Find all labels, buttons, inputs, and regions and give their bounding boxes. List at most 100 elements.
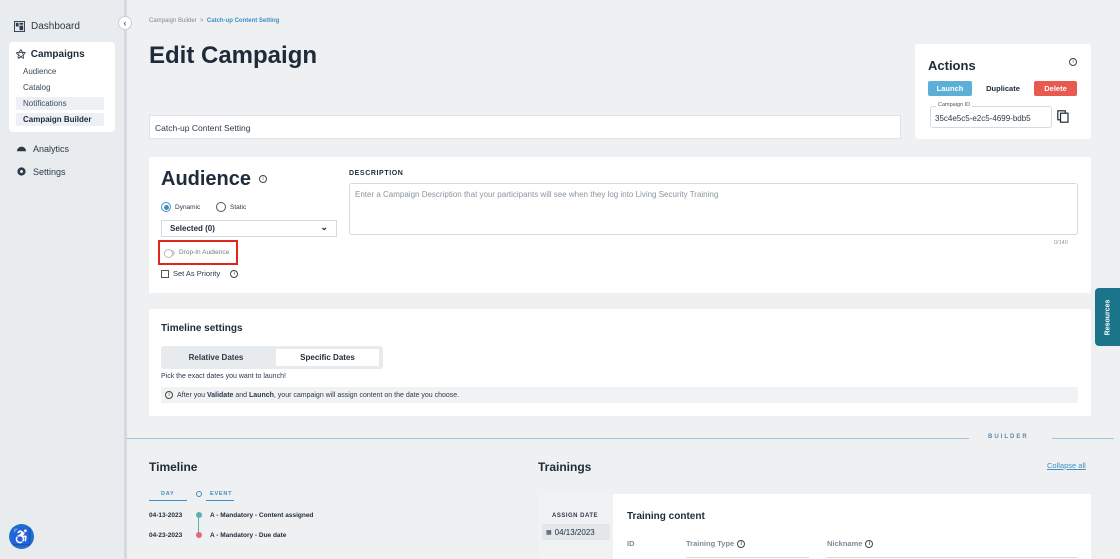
event-dot (196, 532, 202, 538)
sidebar-item-campaigns[interactable]: ⚝ Campaigns (16, 49, 85, 60)
character-count: 0/140 (1054, 240, 1068, 246)
resources-tab[interactable]: Resources (1095, 288, 1120, 346)
radio-label: Dynamic (175, 203, 201, 211)
column-id: ID (627, 539, 635, 548)
timeline-marker-icon (196, 491, 202, 497)
builder-label: BUILDER (988, 434, 1029, 440)
assign-date-value[interactable]: ▦ 04/13/2023 (542, 524, 610, 540)
static-radio[interactable]: Static (216, 202, 246, 212)
note-launch: Launch (249, 391, 274, 399)
set-priority-checkbox[interactable]: Set As Priority i (161, 269, 239, 278)
column-day: DAY (161, 491, 175, 497)
launch-button[interactable]: Launch (928, 81, 972, 96)
info-icon[interactable]: i (230, 269, 239, 278)
builder-divider (127, 438, 969, 439)
tab-relative-dates[interactable]: Relative Dates (161, 346, 271, 369)
checkbox[interactable] (161, 269, 169, 278)
column-label: ID (627, 539, 635, 548)
radio-label: Static (230, 203, 247, 211)
copy-icon[interactable] (1057, 110, 1069, 123)
campaign-id-label: Campaign ID (936, 102, 973, 108)
date-mode-toggle: Relative Dates Specific Dates (161, 346, 383, 369)
actions-title: Actions (928, 58, 976, 73)
audience-select[interactable]: Selected (0) ⌄ (161, 220, 337, 237)
info-icon: i (165, 391, 173, 399)
wand-icon: ⚝ (16, 49, 26, 60)
timeline-title: Timeline (149, 460, 198, 474)
dashboard-icon (14, 21, 25, 32)
timeline-settings-panel: Timeline settings Relative Dates Specifi… (149, 309, 1091, 416)
sidebar-item-label: Dashboard (31, 21, 80, 32)
sidebar-item-campaign-builder[interactable]: Campaign Builder (16, 113, 104, 126)
timeline-note: i After you Validate and Launch, your ca… (161, 387, 1078, 403)
calendar-icon: ▦ (546, 529, 552, 536)
audience-title: Audience (161, 168, 252, 190)
column-event: EVENT (210, 491, 233, 497)
sidebar-item-analytics[interactable]: Analytics (16, 143, 69, 154)
event-text[interactable]: A - Mandatory - Due date (210, 532, 286, 539)
campaign-id-value: 35c4e5c5-e2c5-4699-bdb5 (935, 114, 1031, 123)
campaign-name-input[interactable]: Catch-up Content Setting (149, 115, 901, 139)
radio-unselected-icon (216, 202, 226, 212)
column-label: Training Type (686, 539, 735, 548)
collapse-all-link[interactable]: Collapse all (1047, 461, 1086, 470)
chevron-down-icon: ⌄ (320, 222, 328, 232)
sidebar-item-label: Settings (33, 166, 66, 177)
delete-button[interactable]: Delete (1034, 81, 1077, 96)
breadcrumb-parent[interactable]: Campaign Builder (149, 18, 197, 24)
description-label: DESCRIPTION (349, 170, 404, 177)
breadcrumb: Campaign Builder > Catch-up Content Sett… (149, 18, 279, 24)
note-validate: Validate (206, 391, 234, 399)
event-dot (196, 512, 202, 518)
duplicate-button[interactable]: Duplicate (976, 81, 1030, 96)
accessibility-icon: ♿ (11, 528, 32, 546)
sidebar-item-label: Analytics (33, 143, 70, 154)
audience-panel: Audience i Dynamic Static Selected (0) ⌄… (149, 157, 1091, 293)
dropin-audience-toggle[interactable]: Drop-In Audience (158, 240, 238, 265)
info-icon[interactable]: i (737, 539, 746, 548)
gear-icon (17, 167, 26, 176)
header-underline (206, 500, 234, 501)
trainings-title: Trainings (538, 460, 592, 474)
sidebar-item-label: Campaigns (30, 49, 85, 60)
column-underline (827, 557, 1077, 558)
training-content-title: Training content (627, 511, 705, 522)
dynamic-radio[interactable]: Dynamic (161, 202, 200, 212)
breadcrumb-current: Catch-up Content Setting (206, 18, 280, 24)
checkbox-label: Set As Priority (173, 269, 221, 278)
sidebar-item-dashboard[interactable]: Dashboard (14, 21, 80, 32)
breadcrumb-separator: > (200, 18, 204, 24)
event-date: 04-23-2023 (149, 532, 183, 539)
builder-divider (1052, 438, 1114, 439)
description-textarea[interactable]: Enter a Campaign Description that your p… (349, 183, 1078, 235)
column-label: Nickname (827, 539, 863, 548)
accessibility-button[interactable]: ♿ (9, 524, 34, 549)
page-title: Edit Campaign (149, 42, 318, 69)
timeline-settings-title: Timeline settings (161, 323, 243, 334)
assign-date-label: ASSIGN DATE (552, 513, 599, 519)
tab-specific-dates[interactable]: Specific Dates (276, 349, 379, 366)
select-value: Selected (0) (170, 224, 215, 233)
note-text: and (233, 391, 250, 399)
campaign-id-field[interactable]: Campaign ID 35c4e5c5-e2c5-4699-bdb5 (930, 102, 1052, 128)
sidebar-item-audience[interactable]: Audience (23, 67, 56, 76)
assign-date-text: 04/13/2023 (554, 527, 595, 537)
info-icon[interactable]: i (865, 539, 874, 548)
note-text: After you (177, 391, 207, 399)
toggle-label: Drop-In Audience (179, 249, 230, 256)
sidebar-divider (124, 0, 127, 559)
toggle-switch[interactable] (164, 248, 175, 258)
resources-label: Resources (1104, 299, 1112, 335)
assign-date-column: ASSIGN DATE ▦ 04/13/2023 (538, 494, 613, 559)
gauge-icon (16, 146, 27, 152)
sidebar-item-settings[interactable]: Settings (16, 166, 66, 177)
event-text[interactable]: A - Mandatory - Content assigned (210, 512, 313, 519)
collapse-sidebar-button[interactable]: ‹ (118, 16, 132, 30)
column-underline (686, 557, 809, 558)
sidebar-item-catalog[interactable]: Catalog (23, 83, 51, 92)
info-icon[interactable]: i (259, 175, 267, 183)
event-date: 04-13-2023 (149, 512, 183, 519)
sidebar-item-notifications[interactable]: Notifications (16, 97, 104, 110)
info-icon[interactable]: i (1069, 58, 1077, 66)
campaigns-menu: ⚝ Campaigns Audience Catalog Notificatio… (9, 42, 115, 132)
